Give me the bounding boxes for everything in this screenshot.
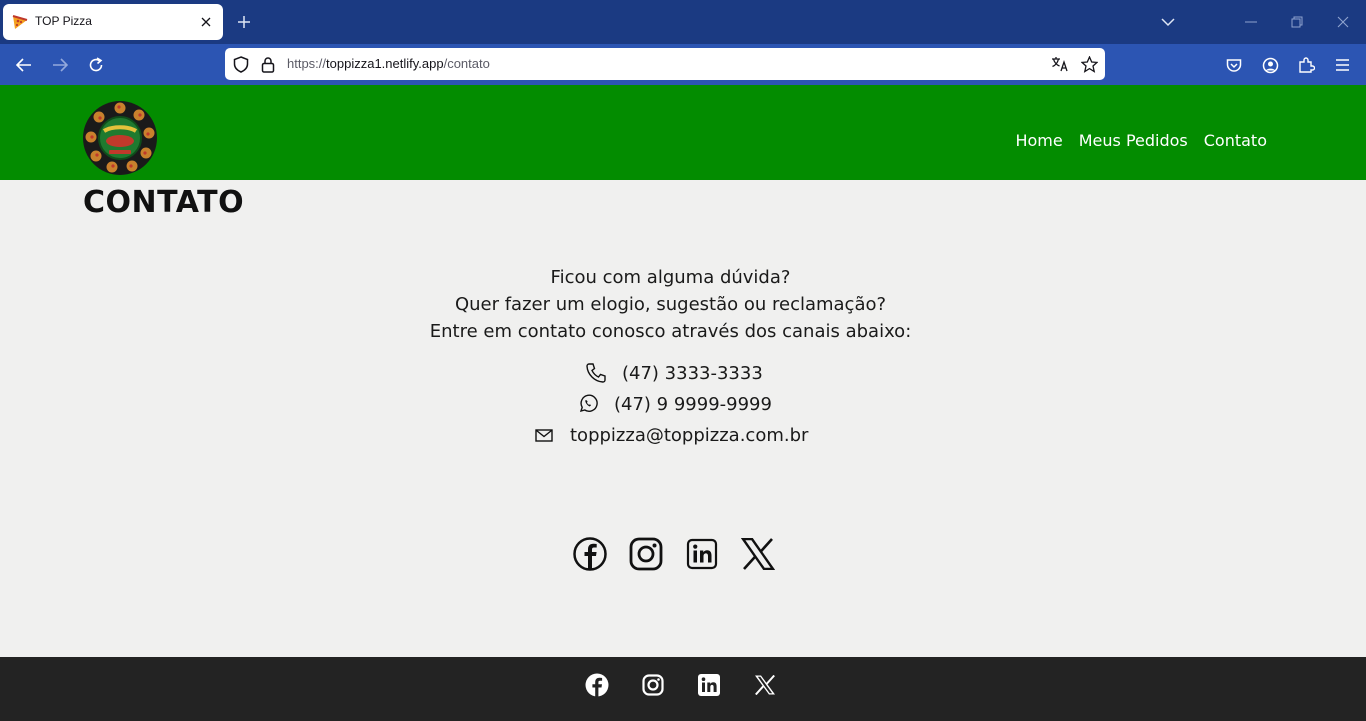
contact-email: toppizza@toppizza.com.br: [532, 423, 808, 447]
instagram-icon[interactable]: [628, 536, 664, 572]
contact-whatsapp: (47) 9 9999-9999: [576, 392, 772, 416]
address-bar[interactable]: https://toppizza1.netlify.app/contato: [225, 48, 1105, 80]
url-text[interactable]: https://toppizza1.netlify.app/contato: [287, 56, 490, 71]
browser-tab-active[interactable]: TOP Pizza: [3, 4, 223, 40]
instagram-icon[interactable]: [641, 671, 665, 699]
back-arrow-icon[interactable]: [11, 52, 37, 78]
close-window-icon[interactable]: [1332, 11, 1354, 33]
url-scheme: https://: [287, 56, 327, 71]
intro-line-2: Quer fazer um elogio, sugestão ou reclam…: [454, 294, 887, 315]
extensions-icon[interactable]: [1293, 52, 1319, 78]
site-footer: [0, 657, 1366, 721]
social-links: [572, 536, 776, 572]
whatsapp-icon: [576, 392, 600, 416]
account-icon[interactable]: [1257, 52, 1283, 78]
linkedin-icon[interactable]: [697, 671, 721, 699]
contact-phone: (47) 3333-3333: [584, 361, 763, 385]
main-nav: Home Meus Pedidos Contato: [1015, 131, 1267, 150]
minimize-window-icon[interactable]: [1240, 11, 1262, 33]
whatsapp-number: (47) 9 9999-9999: [614, 393, 772, 415]
top-pizza-logo[interactable]: [82, 100, 158, 176]
reload-icon[interactable]: [83, 52, 109, 78]
menu-icon[interactable]: [1329, 52, 1355, 78]
nav-link-contato[interactable]: Contato: [1204, 131, 1267, 150]
pizza-favicon-icon: [12, 15, 28, 29]
pocket-icon[interactable]: [1221, 52, 1247, 78]
contact-intro: Ficou com alguma dúvida? Quer fazer um e…: [0, 264, 1341, 345]
browser-toolbar: https://toppizza1.netlify.app/contato: [0, 44, 1366, 85]
tab-title: TOP Pizza: [35, 14, 92, 28]
mail-icon: [532, 423, 556, 447]
facebook-icon[interactable]: [585, 671, 609, 699]
facebook-icon[interactable]: [572, 536, 608, 572]
phone-icon: [584, 361, 608, 385]
url-path: /contato: [443, 56, 490, 71]
footer-social-links: [585, 671, 777, 699]
browser-tab-bar: TOP Pizza: [0, 0, 1366, 44]
phone-number: (47) 3333-3333: [622, 362, 763, 384]
nav-link-home[interactable]: Home: [1015, 131, 1062, 150]
url-host: toppizza1.netlify.app: [326, 56, 444, 71]
linkedin-icon[interactable]: [684, 536, 720, 572]
lock-icon[interactable]: [259, 55, 277, 73]
intro-line-1: Ficou com alguma dúvida?: [550, 267, 791, 288]
translate-icon[interactable]: [1051, 55, 1069, 73]
shield-icon[interactable]: [232, 55, 250, 73]
restore-window-icon[interactable]: [1286, 11, 1308, 33]
x-icon[interactable]: [740, 536, 776, 572]
site-header: Home Meus Pedidos Contato: [0, 85, 1366, 180]
nav-link-meus-pedidos[interactable]: Meus Pedidos: [1079, 131, 1188, 150]
chevron-down-icon[interactable]: [1157, 11, 1179, 33]
bookmark-star-icon[interactable]: [1080, 55, 1098, 73]
close-tab-icon[interactable]: [197, 13, 215, 31]
email-address[interactable]: toppizza@toppizza.com.br: [570, 425, 808, 446]
intro-line-3: Entre em contato conosco através dos can…: [429, 321, 912, 342]
forward-arrow-icon[interactable]: [47, 52, 73, 78]
page-title: CONTATO: [83, 185, 245, 220]
new-tab-icon[interactable]: [233, 11, 255, 33]
x-icon[interactable]: [753, 671, 777, 699]
